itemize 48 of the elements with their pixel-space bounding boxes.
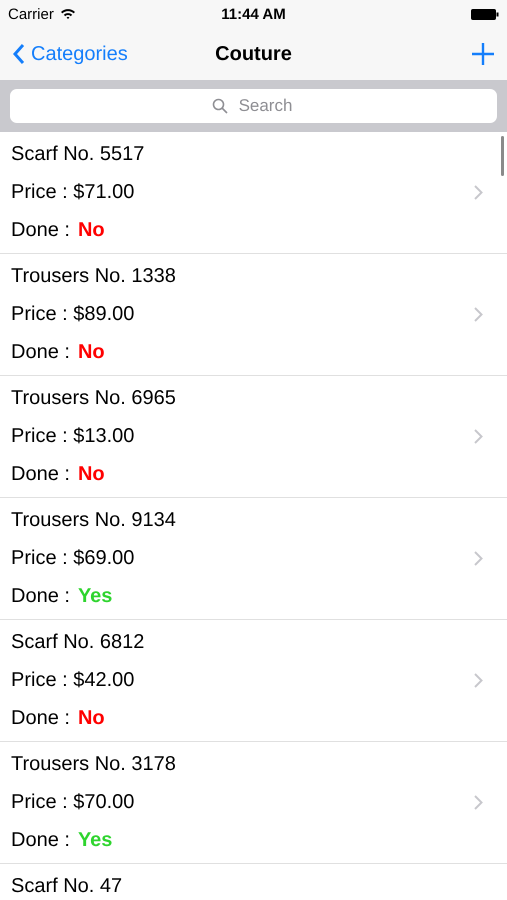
search-icon [212, 98, 228, 114]
item-title: Scarf No. 47 [11, 874, 122, 898]
done-label: Done : [11, 706, 70, 730]
back-button[interactable]: Categories [12, 42, 216, 66]
done-label: Done : [11, 462, 70, 486]
done-label: Done : [11, 584, 70, 608]
item-title: Trousers No. 3178 [11, 752, 176, 776]
carrier-label: Carrier [8, 6, 54, 22]
done-label: Done : [11, 340, 70, 364]
battery-icon [471, 8, 499, 20]
done-status: No [78, 340, 105, 364]
list-row[interactable]: Trousers No. 9134 Price : $69.00 Done : Yes [0, 498, 507, 620]
add-button[interactable] [471, 42, 495, 66]
chevron-right-icon [474, 550, 483, 566]
item-price: Price : $70.00 [11, 790, 134, 814]
done-status: No [78, 706, 105, 730]
chevron-right-icon [474, 794, 483, 810]
done-status: Yes [78, 828, 112, 852]
item-price: Price : $89.00 [11, 302, 134, 326]
item-title: Trousers No. 9134 [11, 508, 176, 532]
done-label: Done : [11, 828, 70, 852]
item-title: Scarf No. 6812 [11, 630, 144, 654]
list-row[interactable]: Trousers No. 3178 Price : $70.00 Done : Yes [0, 742, 507, 864]
list-row[interactable]: Trousers No. 6965 Price : $13.00 Done : No [0, 376, 507, 498]
done-label: Done : [11, 218, 70, 242]
search-field[interactable]: Search [10, 89, 497, 123]
done-status: No [78, 218, 105, 242]
clock-time: 11:44 AM [221, 6, 286, 22]
chevron-right-icon [474, 306, 483, 322]
item-title: Trousers No. 1338 [11, 264, 176, 288]
wifi-icon [60, 8, 76, 20]
screen-title: Couture [215, 42, 292, 66]
done-status: No [78, 462, 105, 486]
item-price: Price : $69.00 [11, 546, 134, 570]
chevron-right-icon [474, 184, 483, 200]
chevron-right-icon [474, 672, 483, 688]
list-row[interactable]: Scarf No. 6812 Price : $42.00 Done : No [0, 620, 507, 742]
scroll-indicator [501, 136, 504, 176]
chevron-right-icon [474, 428, 483, 444]
list-row[interactable]: Scarf No. 47 [0, 864, 507, 900]
chevron-left-icon [12, 43, 25, 65]
item-price: Price : $13.00 [11, 424, 134, 448]
done-status: Yes [78, 584, 112, 608]
item-title: Scarf No. 5517 [11, 142, 144, 166]
list-row[interactable]: Trousers No. 1338 Price : $89.00 Done : No [0, 254, 507, 376]
item-price: Price : $42.00 [11, 668, 134, 692]
item-title: Trousers No. 6965 [11, 386, 176, 410]
item-price: Price : $71.00 [11, 180, 134, 204]
